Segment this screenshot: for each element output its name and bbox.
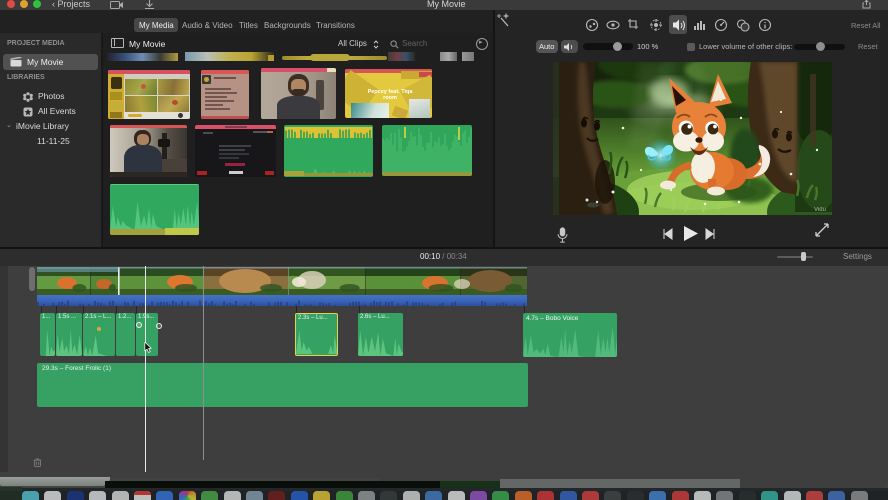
svg-text:Vidu: Vidu bbox=[814, 207, 826, 213]
